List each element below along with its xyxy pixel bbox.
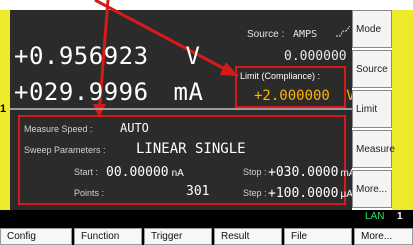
measure-speed-value[interactable]: AUTO — [120, 121, 149, 135]
source-mode: AMPS — [293, 29, 318, 40]
start-unit: nA — [171, 168, 184, 179]
function-key-function[interactable]: Function — [74, 228, 142, 245]
voltage-value: +0.956923 — [14, 42, 149, 70]
sweep-params-value[interactable]: LINEAR SINGLE — [136, 141, 246, 157]
limit-value: +2.000000 — [254, 88, 330, 104]
limit-label: Limit (Compliance) : — [240, 71, 321, 81]
voltage-reading: +0.956923 V — [14, 42, 200, 70]
function-key-trigger[interactable]: Trigger — [144, 228, 212, 245]
stop-label: Stop : — [243, 167, 267, 177]
source-label: Source : — [247, 29, 285, 40]
softkey-limit[interactable]: Limit — [352, 90, 392, 128]
limit-value-row[interactable]: +2.000000 V — [254, 88, 355, 104]
voltage-unit: V — [185, 42, 201, 70]
function-key-more[interactable]: More... — [354, 228, 413, 245]
step-value: +100.0000 — [268, 186, 339, 201]
function-key-result[interactable]: Result — [214, 228, 282, 245]
current-reading: +029.9996 mA — [14, 78, 203, 106]
stop-value: +030.0000 — [268, 165, 339, 180]
channel-number: 1 — [0, 103, 7, 115]
sweep-params-label: Sweep Parameters : — [24, 145, 106, 155]
lan-index: 1 — [397, 211, 403, 222]
source-value: 0.000000 — [284, 49, 347, 64]
points-label: Points : — [74, 188, 105, 198]
function-key-file[interactable]: File — [284, 228, 352, 245]
current-unit: mA — [173, 78, 204, 106]
current-value: +029.9996 — [14, 78, 149, 106]
step-label: Step : — [243, 188, 267, 198]
softkey-source[interactable]: Source — [352, 50, 392, 88]
measure-speed-label: Measure Speed : — [24, 124, 93, 134]
section-divider — [10, 108, 352, 110]
softkey-more[interactable]: More... — [352, 170, 392, 208]
pulse-icon — [336, 25, 350, 37]
start-value: 00.00000 — [106, 165, 169, 180]
step-field[interactable]: +100.0000 μA — [268, 184, 353, 202]
function-key-config[interactable]: Config — [0, 228, 72, 245]
softkey-panel: Mode Source Limit Measure More... — [352, 10, 395, 210]
start-field[interactable]: 00.00000 nA — [106, 163, 184, 181]
source-label-row: Source : AMPS — [247, 29, 317, 40]
softkey-mode[interactable]: Mode — [352, 10, 392, 48]
softkey-measure[interactable]: Measure — [352, 130, 395, 168]
status-row — [0, 210, 413, 226]
lan-status: LAN — [365, 211, 385, 222]
stop-field[interactable]: +030.0000 mA — [268, 163, 355, 181]
start-label: Start : — [74, 167, 99, 177]
points-value[interactable]: 301 — [186, 184, 209, 199]
